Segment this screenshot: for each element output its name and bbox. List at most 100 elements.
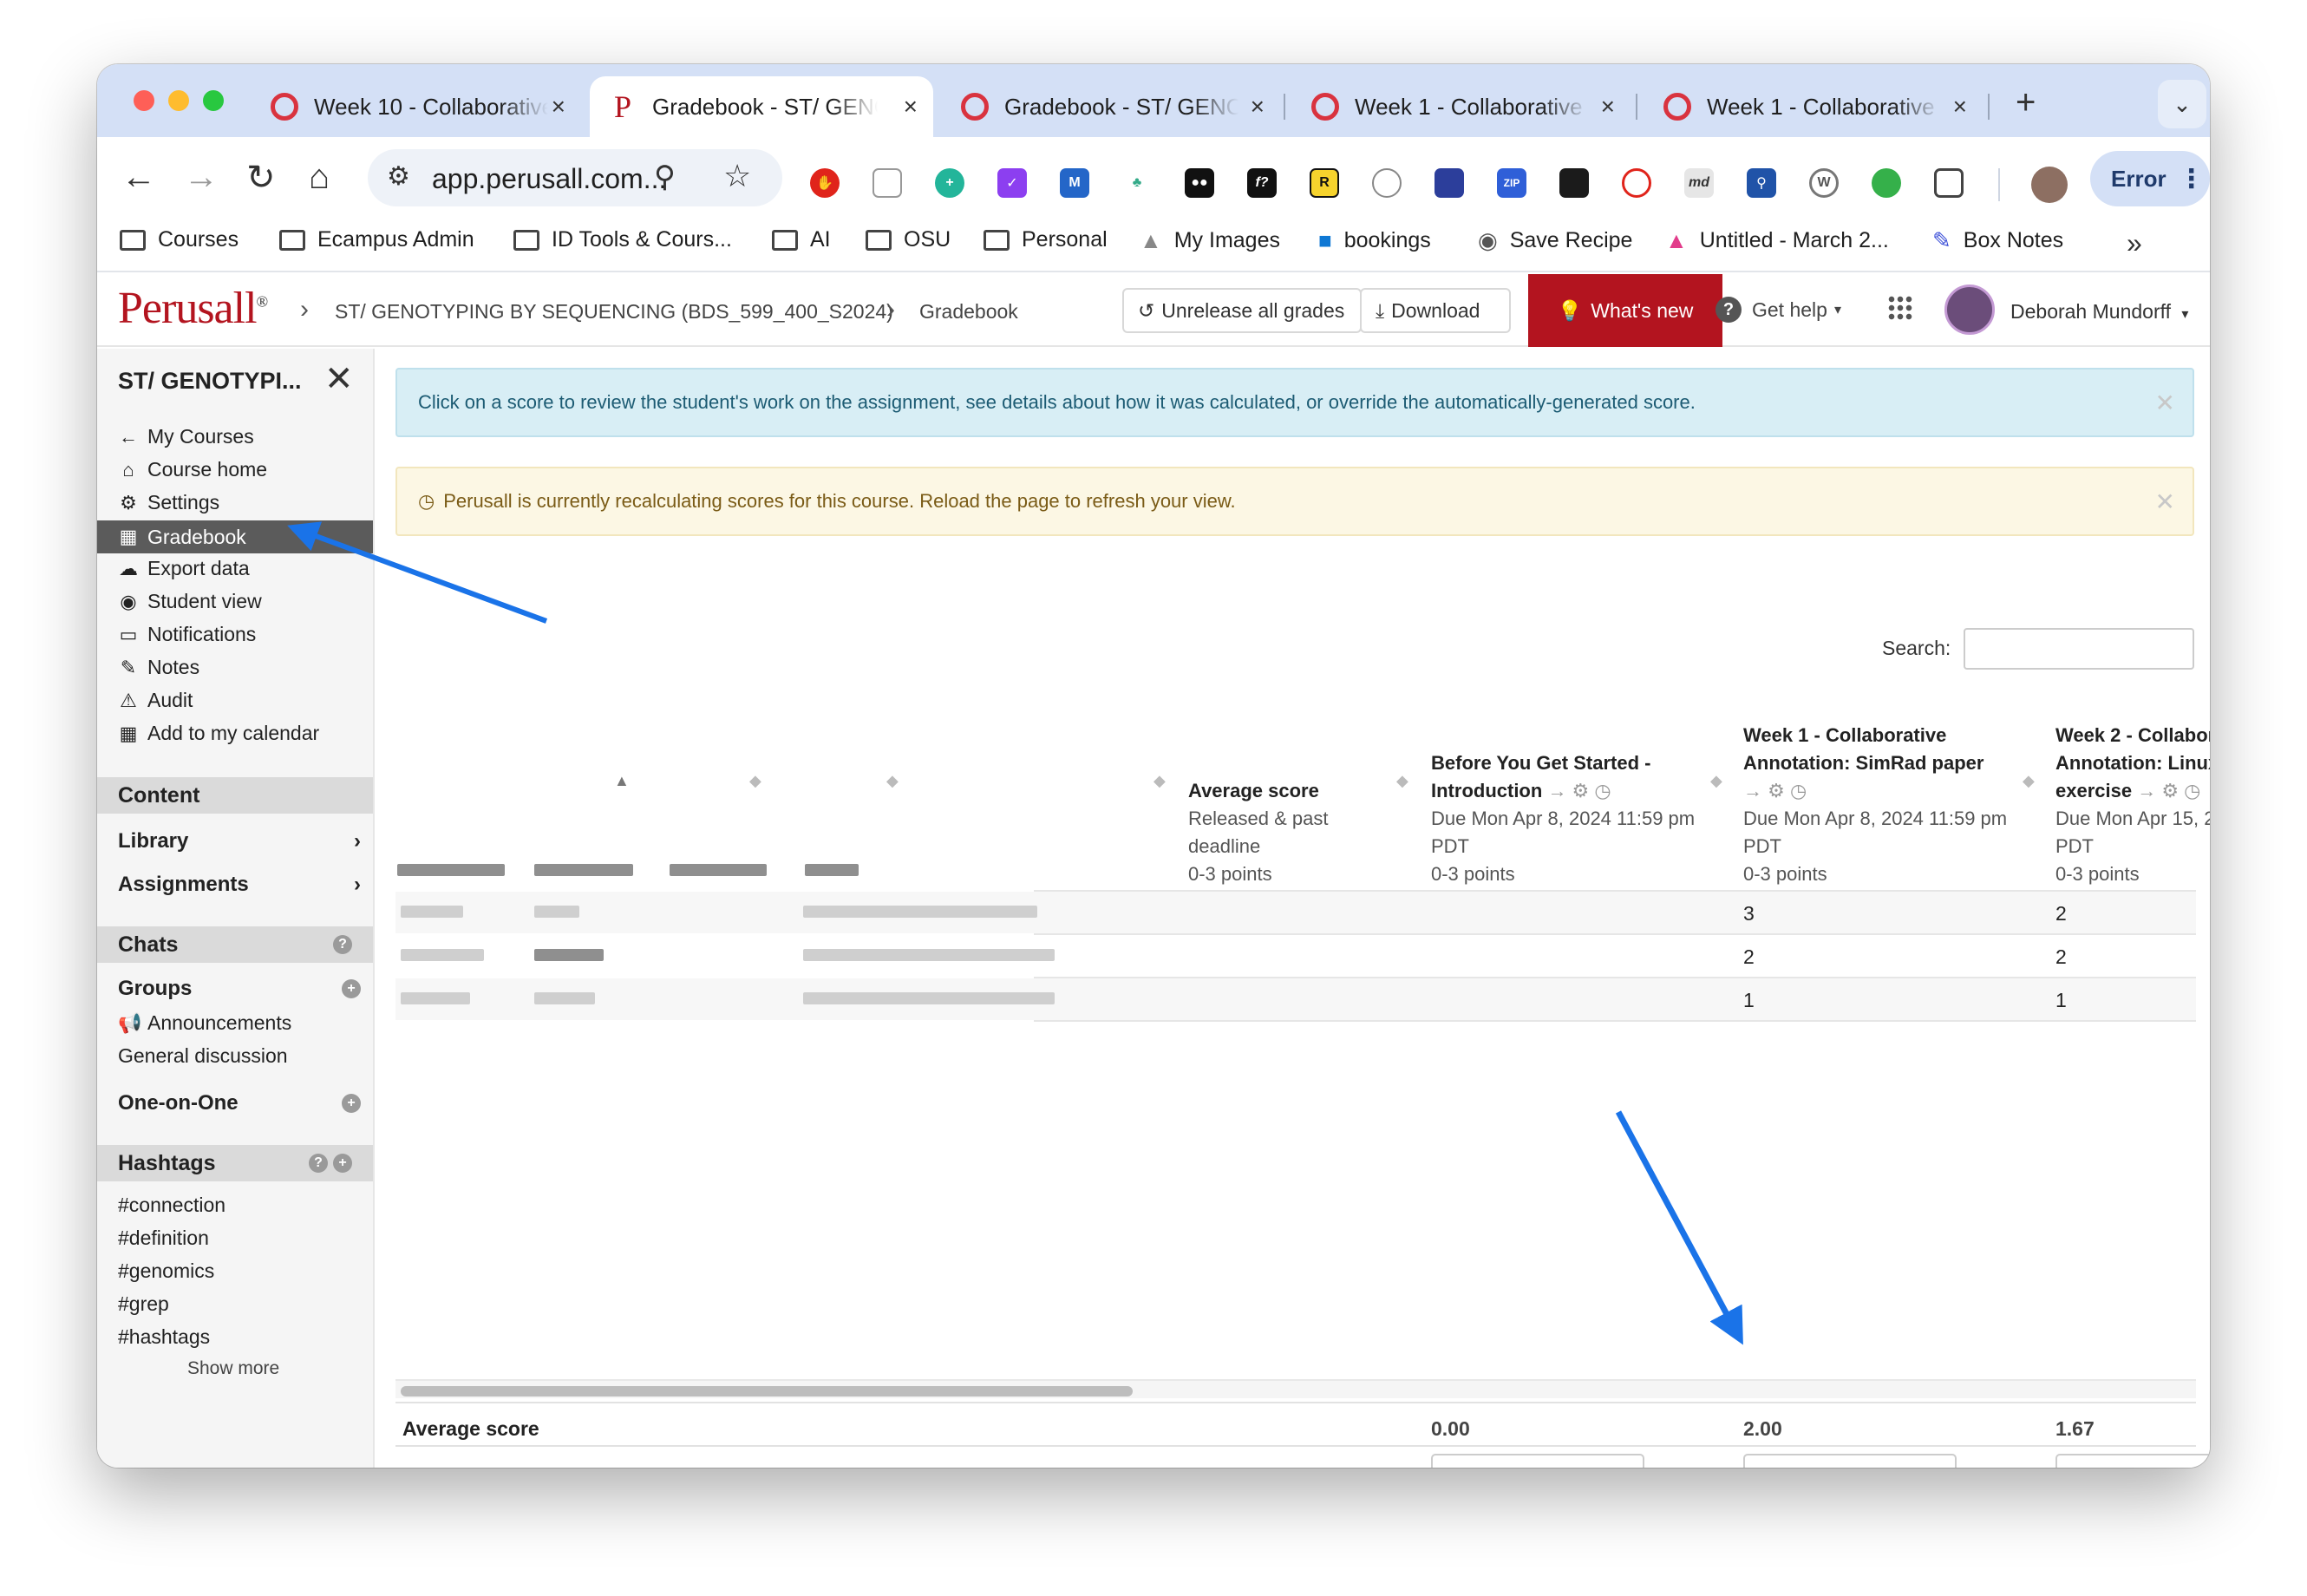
user-menu-button[interactable]: Deborah Mundorff ▾ (2010, 300, 2188, 324)
release-to-students-button[interactable]: Release to students (1743, 1454, 1957, 1468)
bookmark-courses[interactable]: Courses (120, 227, 239, 252)
sidebar-item-my-courses[interactable]: ← My Courses (118, 425, 254, 448)
tab-close-icon[interactable]: × (1953, 95, 1967, 119)
r-extension-icon[interactable]: R (1310, 168, 1339, 198)
bookmark-bookings[interactable]: ■ bookings (1318, 227, 1431, 254)
sidebar-item-gradebook[interactable]: ▦ Gradebook (97, 520, 373, 553)
bookmarks-overflow-button[interactable]: » (2127, 227, 2142, 259)
url-text[interactable]: app.perusall.com... (432, 163, 666, 195)
scrollbar-thumb[interactable] (401, 1386, 1133, 1396)
sidebar-item-audit[interactable]: ⚠ Audit (118, 689, 193, 712)
dismiss-alert-icon[interactable]: ✕ (2155, 487, 2175, 516)
bookmark-personal[interactable]: Personal (984, 227, 1108, 252)
puzzle-extensions-icon[interactable] (1934, 168, 1964, 198)
sidebar-item-notes[interactable]: ✎ Notes (118, 656, 199, 679)
score-cell[interactable]: 1 (1743, 989, 1755, 1012)
close-window-button[interactable] (134, 90, 154, 111)
error-menu-button[interactable]: Error ⋮ (2090, 151, 2210, 206)
tab-search-button[interactable]: ⌄ (2158, 80, 2206, 128)
breadcrumb-course[interactable]: ST/ GENOTYPING BY SEQUENCING (BDS_599_40… (335, 300, 893, 324)
leaf-extension-icon[interactable]: ♣ (1122, 168, 1152, 198)
markdown-extension-icon[interactable]: md (1684, 168, 1714, 198)
column-header-before-you-get-started[interactable]: Before You Get Started - Introduction → … (1431, 749, 1735, 888)
maximize-window-button[interactable] (203, 90, 224, 111)
link-arrow-gear-clock-icon[interactable]: → ⚙ ◷ (2137, 780, 2200, 801)
bookmark-id-tools[interactable]: ID Tools & Cours... (513, 227, 732, 252)
score-cell[interactable]: 2 (1743, 945, 1755, 969)
m-extension-icon[interactable]: M (1060, 168, 1089, 198)
formula-extension-icon[interactable]: f? (1247, 168, 1277, 198)
release-to-students-button[interactable]: Release to students (1431, 1454, 1644, 1468)
add-icon[interactable]: + (342, 979, 361, 998)
browser-tab[interactable]: Week 1 - Collaborative × (1644, 76, 1983, 137)
sidebar-item-settings[interactable]: ⚙ Settings (118, 491, 219, 514)
bookmark-star-icon[interactable]: ☆ (723, 158, 751, 194)
reload-button[interactable]: ↻ (246, 158, 276, 198)
browser-tab[interactable]: Week 1 - Collaborative × (1292, 76, 1631, 137)
w-extension-icon[interactable]: W (1809, 168, 1839, 198)
close-sidebar-icon[interactable]: ✕ (324, 359, 354, 399)
score-cell[interactable]: 2 (2055, 902, 2067, 926)
dismiss-alert-icon[interactable]: ✕ (2155, 389, 2175, 417)
user-avatar[interactable] (1944, 285, 1995, 335)
browser-tab-active[interactable]: P Gradebook - ST/ GENOTYPING × (590, 76, 933, 137)
link-arrow-gear-clock-icon[interactable]: → ⚙ ◷ (1743, 777, 2047, 805)
hashtag-link[interactable]: #hashtags (118, 1325, 210, 1349)
add-icon[interactable]: + (333, 1154, 352, 1173)
sidebar-item-student-view[interactable]: ◉ Student view (118, 590, 261, 613)
document-extension-icon[interactable] (872, 168, 902, 198)
search-input[interactable] (1964, 628, 2194, 670)
address-bar[interactable]: ⚙ app.perusall.com... ⚲ ☆ (368, 149, 782, 206)
accessibility-extension-icon[interactable] (1372, 168, 1402, 198)
bookmark-osu[interactable]: OSU (866, 227, 951, 252)
bookmark-ai[interactable]: AI (772, 227, 831, 252)
release-to-students-button[interactable]: Release to students (2055, 1454, 2210, 1468)
help-icon[interactable]: ? (309, 1154, 328, 1173)
bookmark-ecampus-admin[interactable]: Ecampus Admin (279, 227, 474, 252)
sidebar-item-announcements[interactable]: 📢 Announcements (118, 1011, 291, 1035)
sidebar-item-export-data[interactable]: ☁ Export data (118, 557, 250, 580)
adblock-extension-icon[interactable]: ✋ (810, 168, 840, 198)
site-info-icon[interactable]: ⚙ (387, 161, 410, 192)
unrelease-all-grades-button[interactable]: ↺ Unrelease all grades (1122, 288, 1362, 333)
add-icon[interactable]: + (342, 1094, 361, 1113)
sidebar-item-library[interactable]: Library › (118, 829, 361, 854)
profile-avatar[interactable] (2031, 167, 2068, 203)
bookmark-save-recipe[interactable]: ◉ Save Recipe (1478, 227, 1632, 254)
add-extension-icon[interactable]: + (935, 168, 964, 198)
column-header-week-1[interactable]: Week 1 - Collaborative Annotation: SimRa… (1743, 722, 2047, 888)
sidebar-item-groups[interactable]: Groups + (118, 977, 361, 1001)
tab-close-icon[interactable]: × (1601, 95, 1615, 119)
score-cell[interactable]: 1 (2055, 989, 2067, 1012)
sidebar-item-course-home[interactable]: ⌂ Course home (118, 458, 267, 481)
tab-close-icon[interactable]: × (552, 95, 565, 119)
show-more-link[interactable]: Show more (187, 1358, 279, 1379)
sort-icon[interactable]: ◆ (1154, 772, 1166, 790)
sort-icon[interactable]: ◆ (749, 772, 761, 790)
apps-grid-icon[interactable] (1887, 295, 1913, 321)
help-icon[interactable]: ? (333, 935, 352, 954)
bookmark-my-images[interactable]: ▲ My Images (1140, 227, 1280, 254)
score-cell[interactable]: 2 (2055, 945, 2067, 969)
sidebar-item-add-to-calendar[interactable]: ▦ Add to my calendar (118, 722, 320, 745)
back-button[interactable]: ← (121, 158, 156, 197)
hashtag-link[interactable]: #definition (118, 1226, 209, 1250)
tab-close-icon[interactable]: × (904, 95, 918, 119)
sort-icon[interactable]: ◆ (1396, 772, 1408, 790)
sort-asc-icon[interactable]: ▲ (614, 772, 630, 790)
robot-extension-icon[interactable] (1872, 168, 1901, 198)
sidebar-item-notifications[interactable]: ▭ Notifications (118, 623, 257, 646)
bookmark-extension-icon[interactable] (1435, 168, 1464, 198)
checkbox-extension-icon[interactable]: ✓ (997, 168, 1027, 198)
zoom-icon[interactable]: ⚲ (654, 160, 676, 194)
get-help-button[interactable]: ? Get help ▾ (1716, 297, 1841, 323)
perusall-logo[interactable]: Perusall® (118, 283, 268, 334)
sidebar-item-assignments[interactable]: Assignments › (118, 873, 361, 897)
sidebar-item-one-on-one[interactable]: One-on-One + (118, 1091, 361, 1115)
tab-close-icon[interactable]: × (1251, 95, 1265, 119)
browser-tab[interactable]: Gradebook - ST/ GENOTYPING × (942, 76, 1280, 137)
bcc-extension-icon[interactable] (1622, 168, 1651, 198)
sort-icon[interactable]: ◆ (886, 772, 899, 790)
score-cell[interactable]: 3 (1743, 902, 1755, 926)
download-button[interactable]: ⤓ Download (1360, 288, 1511, 333)
